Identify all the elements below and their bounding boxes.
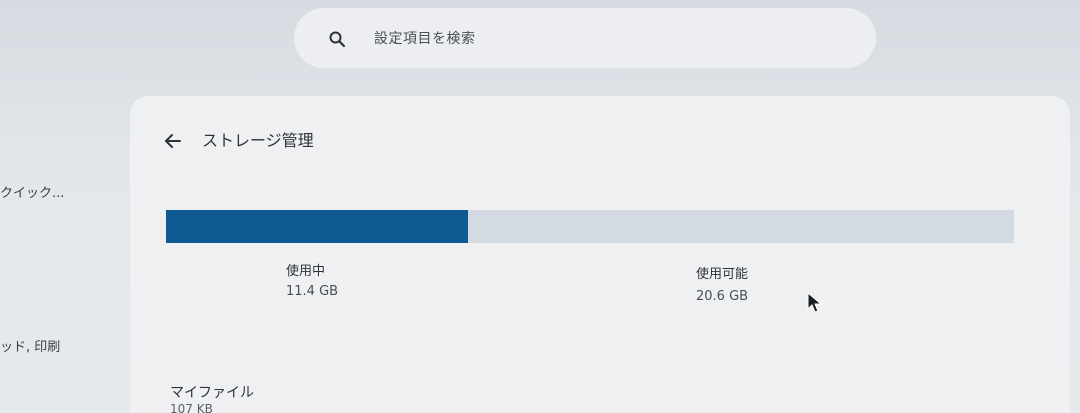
sidebar-item-devices-print[interactable]: ッド, 印刷 <box>0 336 60 355</box>
storage-used-fill <box>166 210 468 243</box>
search-input[interactable]: 設定項目を検索 <box>374 28 476 48</box>
my-files-link[interactable]: マイファイル <box>170 382 254 402</box>
my-files-size: 107 KB <box>170 402 213 413</box>
sidebar-item-quick[interactable]: クイック... <box>0 182 64 201</box>
back-arrow-icon[interactable] <box>162 130 184 152</box>
sidebar-item-label: クイック... <box>0 186 65 201</box>
storage-management-card: ストレージ管理 使用中 11.4 GB 使用可能 20.6 GB マイファイル … <box>130 96 1070 413</box>
settings-page: 設定項目を検索 クイック... ッド, 印刷 ストレージ管理 使用中 11.4 … <box>0 0 1080 413</box>
sidebar-item-label: ッド, 印刷 <box>0 340 61 355</box>
search-icon <box>329 31 346 48</box>
page-title: ストレージ管理 <box>202 131 314 150</box>
storage-usage-bar <box>166 210 1014 243</box>
available-label: 使用可能 <box>696 267 749 282</box>
search-bar[interactable]: 設定項目を検索 <box>294 8 876 68</box>
mouse-pointer-icon <box>807 292 823 313</box>
used-label: 使用中 <box>286 264 326 279</box>
used-value: 11.4 GB <box>286 284 339 299</box>
available-value: 20.6 GB <box>696 289 749 304</box>
